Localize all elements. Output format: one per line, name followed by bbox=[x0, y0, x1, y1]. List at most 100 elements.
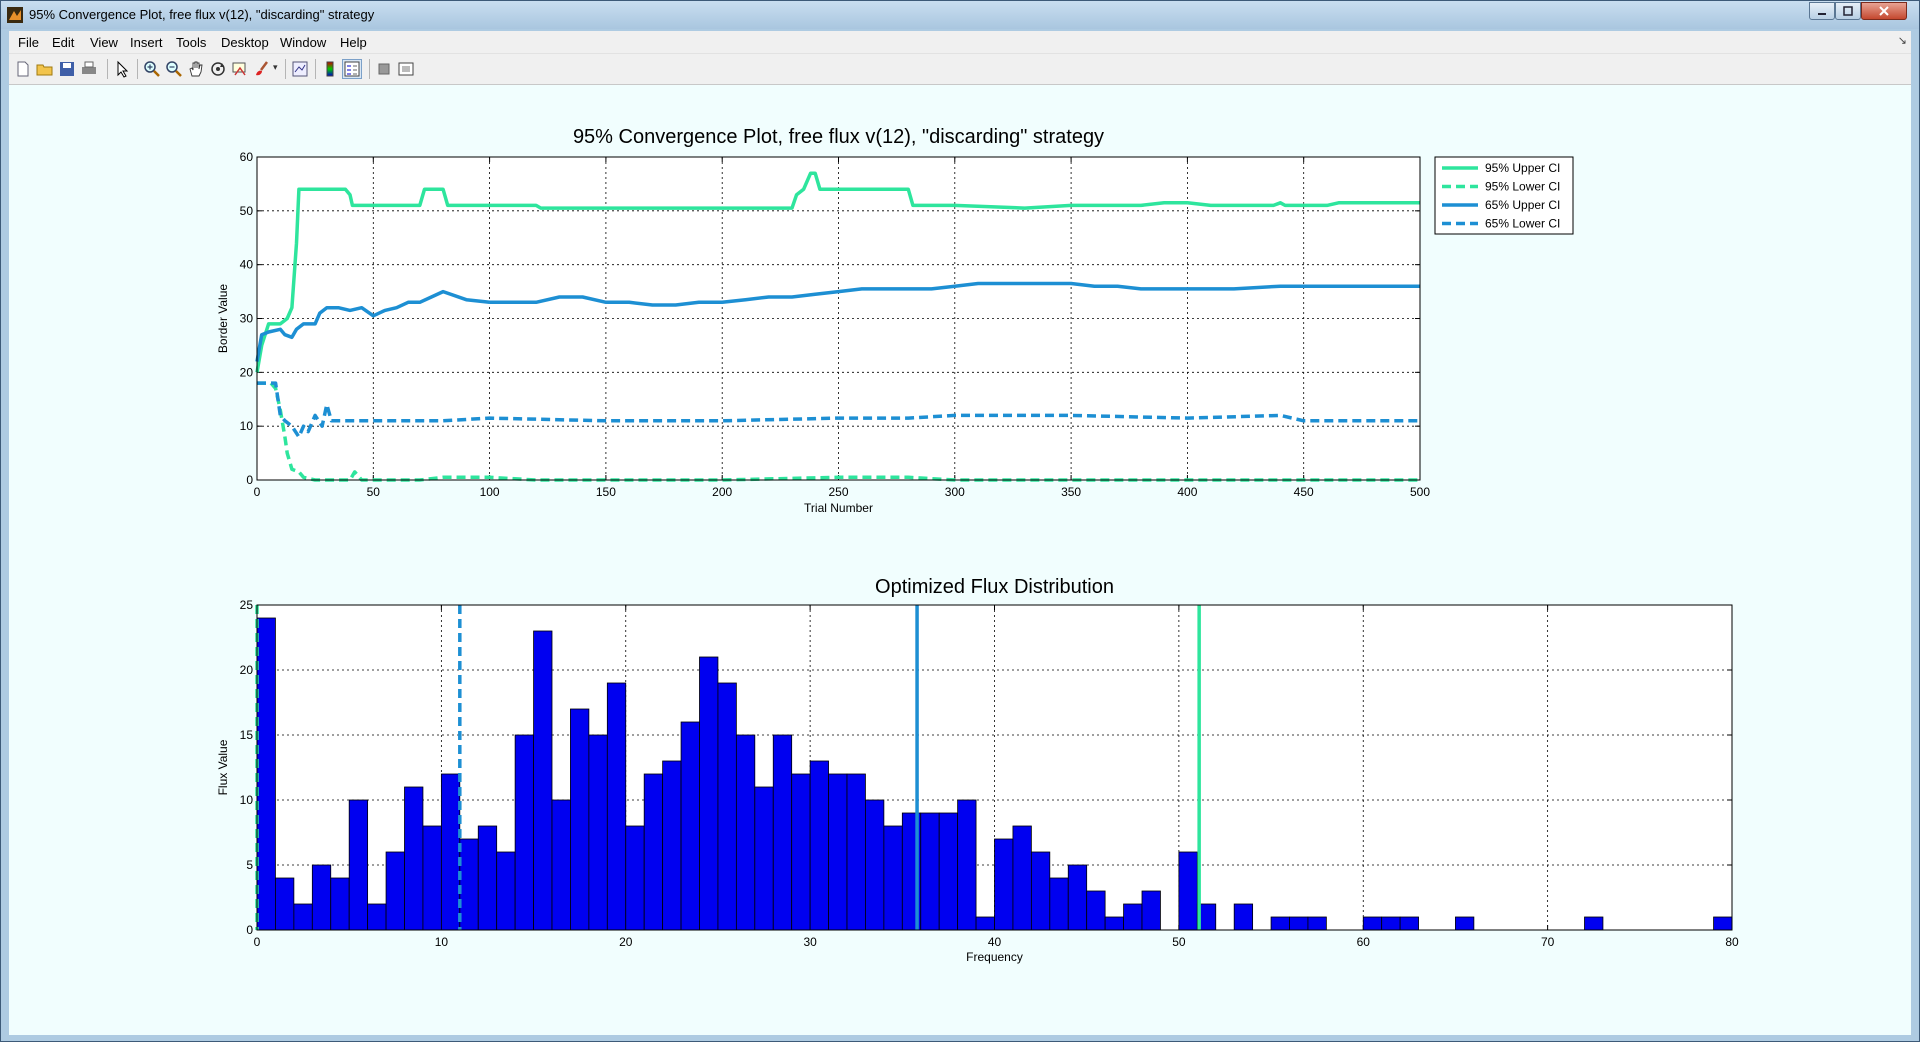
histogram-bar bbox=[754, 786, 774, 931]
histogram-bar bbox=[1455, 916, 1475, 931]
histogram-bar bbox=[440, 773, 461, 931]
save-icon[interactable] bbox=[58, 60, 76, 78]
convergence-xtick-label: 350 bbox=[1061, 485, 1081, 499]
flux-xtick-label: 80 bbox=[1725, 935, 1739, 949]
histogram-bar bbox=[404, 786, 424, 931]
flux-xtick-label: 50 bbox=[1172, 935, 1186, 949]
histogram-bar bbox=[533, 630, 553, 931]
histogram-bar bbox=[551, 799, 571, 931]
menu-insert[interactable]: Insert bbox=[130, 35, 163, 50]
histogram-bar bbox=[717, 682, 737, 931]
new-figure-icon[interactable] bbox=[14, 60, 32, 78]
histogram-bar bbox=[311, 864, 332, 931]
flux-ytick-label: 25 bbox=[240, 598, 254, 612]
flux-xtick-label: 0 bbox=[254, 935, 261, 949]
brush-dropdown-icon[interactable]: ▾ bbox=[273, 62, 278, 73]
histogram-bar bbox=[938, 812, 959, 931]
histogram-bar bbox=[256, 617, 276, 931]
legend-icon[interactable] bbox=[342, 59, 362, 79]
zoom-out-icon[interactable] bbox=[165, 60, 183, 78]
close-button[interactable] bbox=[1861, 2, 1907, 20]
zoom-in-icon[interactable] bbox=[143, 60, 161, 78]
convergence-ytick-label: 60 bbox=[240, 150, 254, 164]
flux-xtick-label: 30 bbox=[803, 935, 817, 949]
open-file-icon[interactable] bbox=[36, 60, 54, 78]
menu-window[interactable]: Window bbox=[280, 35, 326, 50]
histogram-bar bbox=[828, 773, 848, 931]
flux-xtick-label: 70 bbox=[1541, 935, 1555, 949]
brush-icon[interactable] bbox=[253, 60, 271, 78]
histogram-bar bbox=[1178, 851, 1198, 931]
flux-ytick-label: 5 bbox=[246, 858, 253, 872]
matlab-figure-icon bbox=[7, 7, 23, 23]
title-bar[interactable]: 95% Convergence Plot, free flux v(12), "… bbox=[1, 1, 1919, 29]
minimize-icon bbox=[1818, 13, 1826, 15]
show-plot-tools-icon[interactable] bbox=[397, 60, 415, 78]
menu-desktop[interactable]: Desktop bbox=[221, 35, 269, 50]
flux-distribution-axes[interactable]: 0 10 20 30 40 50 60 70 80 0 5 10 15 20 25 Optimized Fl… bbox=[216, 576, 1739, 964]
histogram-bar bbox=[994, 838, 1014, 931]
histogram-bar bbox=[625, 825, 645, 931]
toolbar: ▾ bbox=[9, 54, 1911, 85]
figure-canvas[interactable]: 0 50 100 150 200 250 300 350 400 450 500 0 10 20 30 40 5… bbox=[9, 85, 1911, 1035]
edit-plot-arrow-icon[interactable] bbox=[113, 60, 131, 78]
histogram-bar bbox=[385, 851, 405, 931]
histogram-bar bbox=[1270, 916, 1290, 931]
flux-ytick-label: 20 bbox=[240, 663, 254, 677]
histogram-bar bbox=[1362, 916, 1383, 931]
histogram-bar bbox=[883, 825, 903, 931]
menu-tools[interactable]: Tools bbox=[176, 35, 206, 50]
rotate-3d-icon[interactable] bbox=[209, 60, 227, 78]
dock-arrow-icon[interactable]: ↘ bbox=[1898, 34, 1907, 47]
print-icon[interactable] bbox=[80, 60, 98, 78]
link-plot-icon[interactable] bbox=[291, 60, 309, 78]
flux-title: Optimized Flux Distribution bbox=[875, 576, 1114, 598]
histogram-bar bbox=[1381, 916, 1401, 931]
histogram-bar bbox=[422, 825, 442, 931]
flux-ytick-label: 0 bbox=[246, 923, 253, 937]
histogram-bar bbox=[1141, 890, 1161, 931]
menu-edit[interactable]: Edit bbox=[52, 35, 74, 50]
hide-plot-tools-icon[interactable] bbox=[375, 60, 393, 78]
convergence-ylabel: Border Value bbox=[216, 284, 230, 353]
menu-file[interactable]: File bbox=[18, 35, 39, 50]
histogram-bar bbox=[975, 916, 995, 931]
convergence-axes[interactable]: 0 50 100 150 200 250 300 350 400 450 500 0 10 20 30 40 5… bbox=[216, 126, 1430, 515]
flux-xtick-label: 40 bbox=[988, 935, 1002, 949]
flux-ylabel: Flux Value bbox=[216, 739, 230, 795]
histogram-bar bbox=[643, 773, 664, 931]
convergence-ytick-label: 0 bbox=[246, 473, 253, 487]
figure-window: 95% Convergence Plot, free flux v(12), "… bbox=[0, 0, 1920, 1042]
histogram-bar bbox=[809, 760, 829, 931]
histogram-bar bbox=[606, 682, 627, 931]
histogram-bar bbox=[1289, 916, 1309, 931]
histogram-bar bbox=[865, 799, 885, 931]
flux-xtick-label: 20 bbox=[619, 935, 633, 949]
histogram-bar bbox=[1104, 916, 1124, 931]
convergence-ytick-label: 20 bbox=[240, 365, 254, 379]
histogram-bar bbox=[1307, 916, 1327, 931]
convergence-xtick-label: 100 bbox=[480, 485, 500, 499]
colorbar-icon[interactable] bbox=[321, 60, 339, 78]
convergence-title: 95% Convergence Plot, free flux v(12), "… bbox=[573, 126, 1104, 148]
minimize-button[interactable] bbox=[1809, 2, 1835, 20]
histogram-bar bbox=[348, 799, 369, 931]
histogram-bar bbox=[570, 708, 590, 931]
convergence-xtick-label: 150 bbox=[596, 485, 616, 499]
flux-ytick-label: 15 bbox=[240, 728, 254, 742]
histogram-bar bbox=[477, 825, 498, 931]
convergence-xtick-label: 300 bbox=[945, 485, 965, 499]
data-cursor-icon[interactable] bbox=[231, 60, 249, 78]
histogram-bar bbox=[514, 734, 534, 931]
menu-view[interactable]: View bbox=[90, 35, 118, 50]
histogram-bar bbox=[1030, 851, 1051, 931]
convergence-legend[interactable]: 95% Upper CI 95% Lower CI 65% Upper CI 65% … bbox=[1434, 156, 1574, 235]
convergence-xtick-label: 400 bbox=[1177, 485, 1197, 499]
maximize-button[interactable] bbox=[1835, 2, 1861, 20]
histogram-bar bbox=[1233, 903, 1254, 931]
menu-help[interactable]: Help bbox=[340, 35, 367, 50]
flux-xtick-label: 10 bbox=[435, 935, 449, 949]
histogram-bar bbox=[735, 734, 756, 931]
pan-hand-icon[interactable] bbox=[187, 60, 205, 78]
histogram-bar bbox=[588, 734, 608, 931]
